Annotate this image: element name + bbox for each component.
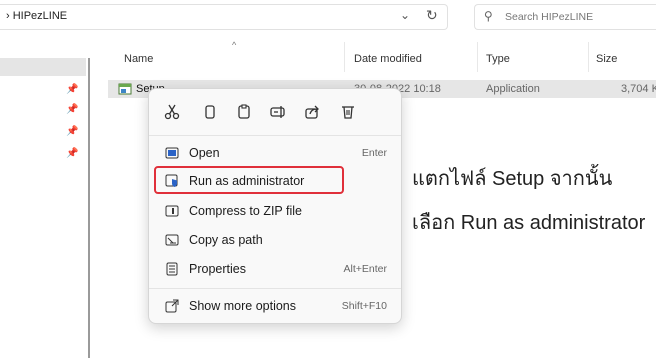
instruction-line-2: เลือก Run as administrator <box>412 212 646 234</box>
instruction-line-1: แตกไฟล์ Setup จากนั้น <box>412 168 613 190</box>
instruction-area: แตกไฟล์ Setup จากนั้น เลือก Run as admin… <box>0 0 656 353</box>
